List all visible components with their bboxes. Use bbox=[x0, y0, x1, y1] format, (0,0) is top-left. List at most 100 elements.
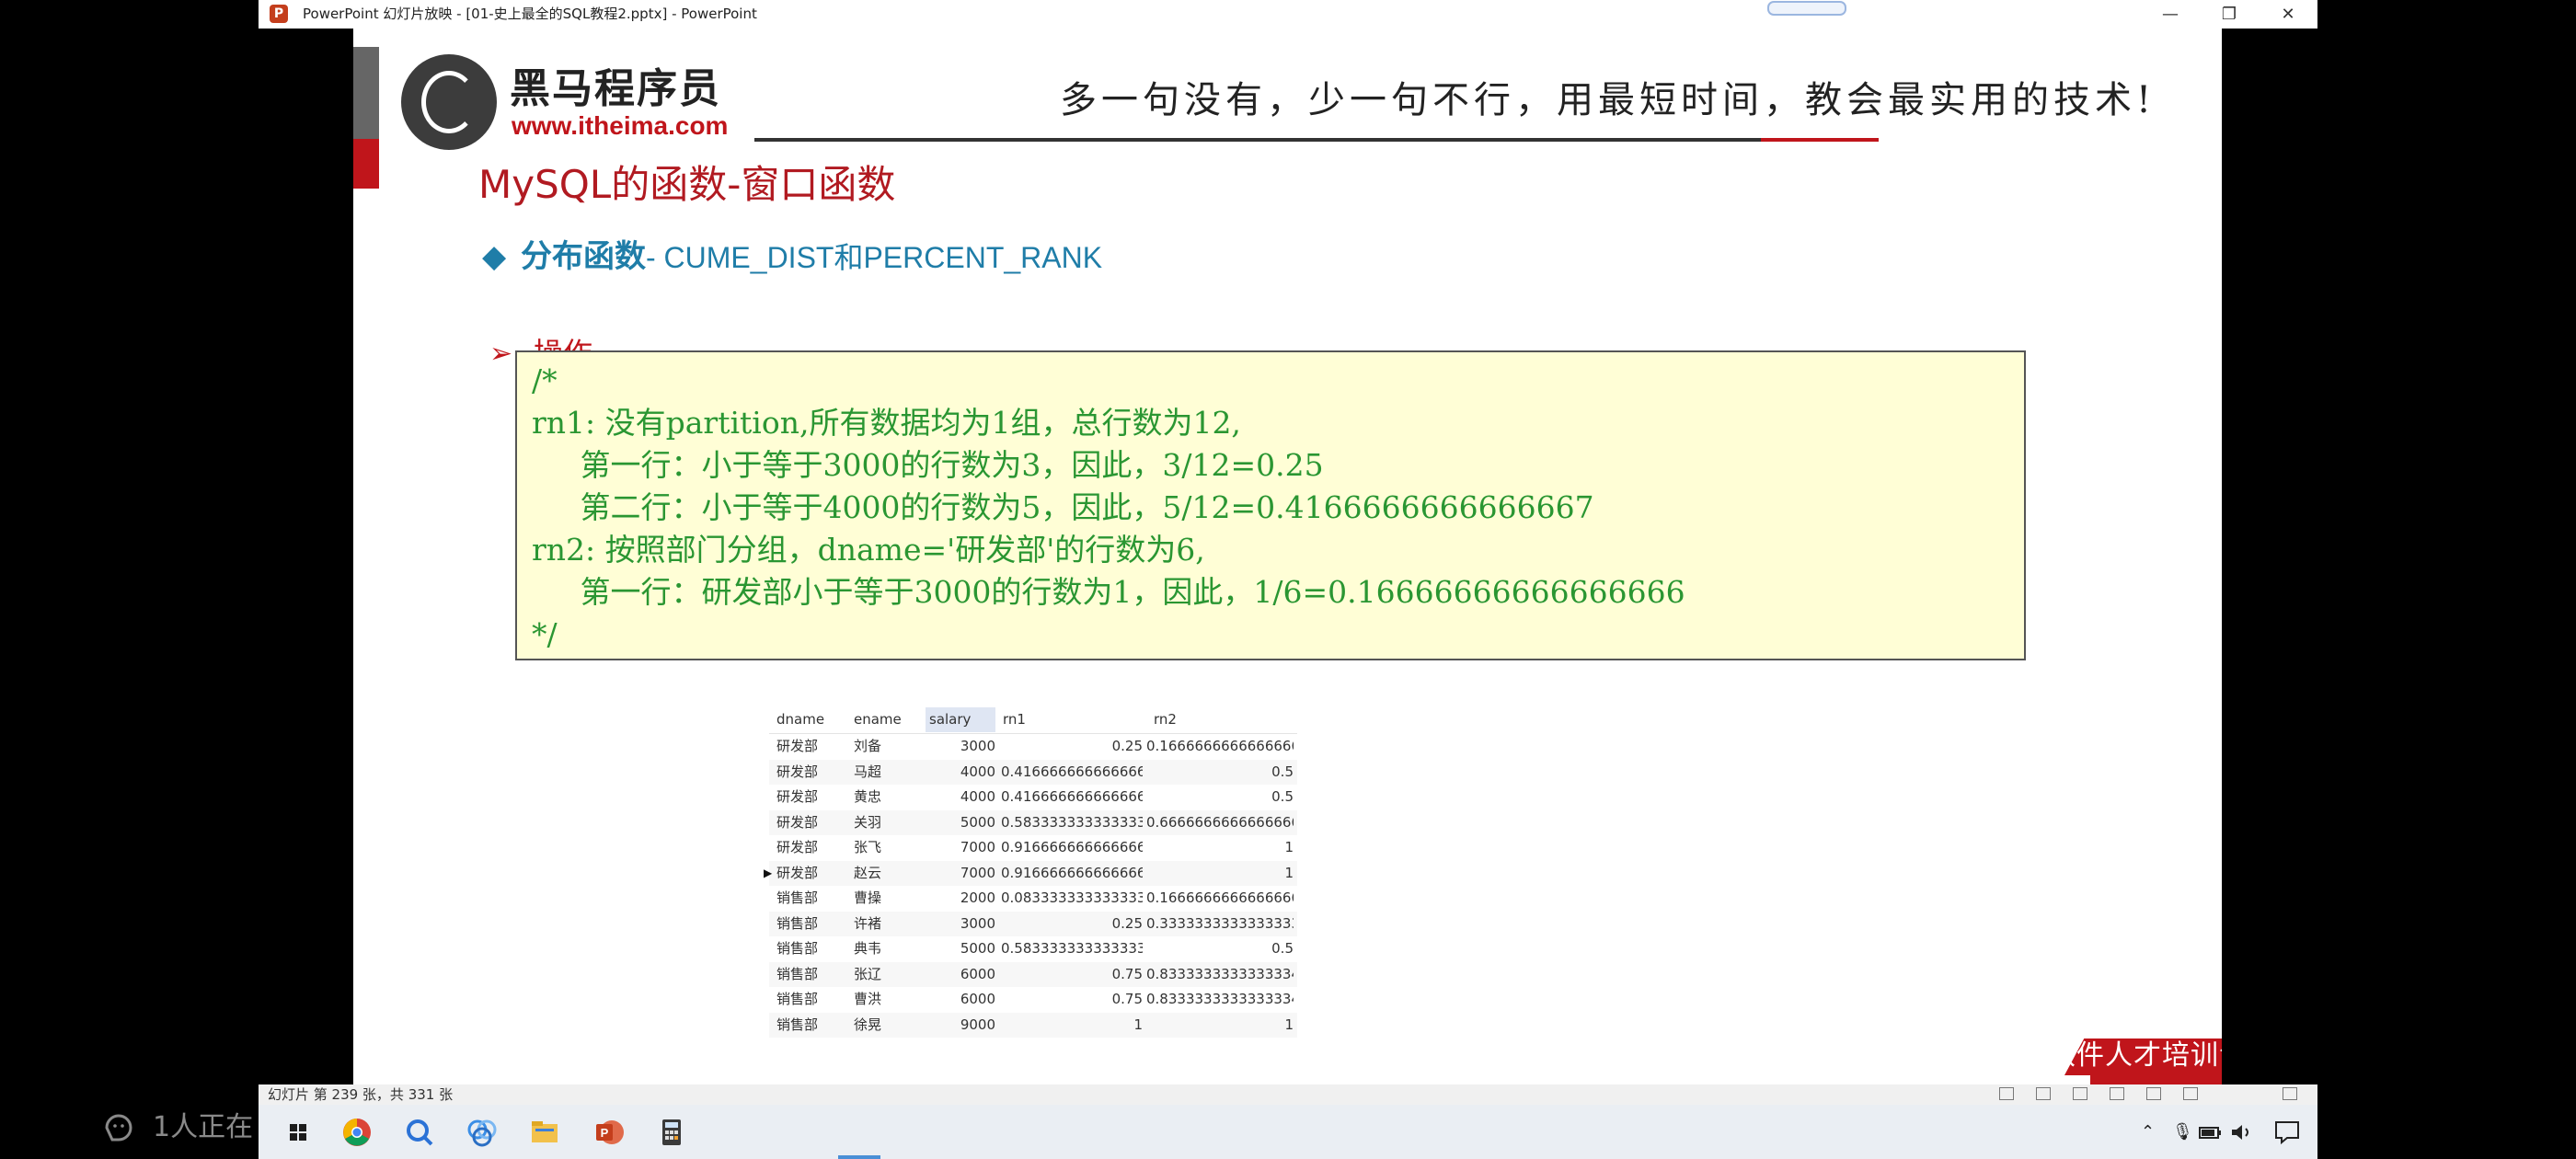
cell-rn2[interactable]: 1 bbox=[1146, 835, 1294, 860]
cell-rn1[interactable]: 0.5833333333333334 bbox=[1001, 936, 1143, 961]
normal-view-icon[interactable] bbox=[1999, 1087, 2014, 1100]
table-row[interactable]: 研发部 关羽 5000 0.5833333333333334 0.66666666666… bbox=[769, 809, 1297, 835]
table-row[interactable]: 销售部 许褚 3000 0.25 0.3333333333333333 bbox=[769, 911, 1297, 936]
cell-rn1[interactable]: 0.4166666666666667 bbox=[1001, 760, 1143, 785]
cell-dname[interactable]: 销售部 bbox=[776, 936, 850, 961]
cell-dname[interactable]: 研发部 bbox=[776, 810, 850, 835]
table-row[interactable]: 销售部 张辽 6000 0.75 0.8333333333333334 bbox=[769, 961, 1297, 987]
cell-rn2[interactable]: 0.8333333333333334 bbox=[1146, 987, 1294, 1012]
cell-dname[interactable]: 销售部 bbox=[776, 987, 850, 1012]
chrome-icon[interactable] bbox=[336, 1111, 378, 1153]
table-row[interactable]: 研发部 刘备 3000 0.25 0.16666666666666666 bbox=[769, 734, 1297, 760]
cell-ename[interactable]: 典韦 bbox=[854, 936, 926, 961]
cell-dname[interactable]: 研发部 bbox=[776, 835, 850, 860]
cell-salary[interactable]: 9000 bbox=[926, 1013, 995, 1038]
cell-rn2[interactable]: 0.5 bbox=[1146, 936, 1294, 961]
start-icon[interactable] bbox=[277, 1111, 319, 1153]
column-header-rn1[interactable]: rn1 bbox=[1003, 707, 1026, 732]
cell-salary[interactable]: 3000 bbox=[926, 734, 995, 759]
column-header-ename[interactable]: ename bbox=[854, 707, 926, 732]
cell-rn2[interactable]: 0.16666666666666666 bbox=[1146, 734, 1294, 759]
restore-button[interactable]: ❐ bbox=[2200, 0, 2259, 29]
cell-ename[interactable]: 关羽 bbox=[854, 810, 926, 835]
volume-icon[interactable] bbox=[2229, 1121, 2255, 1143]
cell-dname[interactable]: 销售部 bbox=[776, 886, 850, 911]
cell-rn2[interactable]: 0.5 bbox=[1146, 785, 1294, 809]
cell-rn2[interactable]: 1 bbox=[1146, 861, 1294, 886]
slide-sorter-icon[interactable] bbox=[2036, 1087, 2051, 1100]
powerpoint-icon[interactable]: P bbox=[588, 1111, 630, 1153]
calculator-icon[interactable] bbox=[650, 1111, 693, 1153]
cell-ename[interactable]: 曹洪 bbox=[854, 987, 926, 1012]
cell-salary[interactable]: 6000 bbox=[926, 962, 995, 987]
cell-salary[interactable]: 7000 bbox=[926, 835, 995, 860]
microphone-icon[interactable]: 🎙 bbox=[2172, 1121, 2193, 1143]
slide[interactable]: 黑马程序员 www.itheima.com 多一句没有，少一句不行，用最短时间，… bbox=[353, 29, 2222, 1084]
cell-salary[interactable]: 5000 bbox=[926, 936, 995, 961]
cell-salary[interactable]: 2000 bbox=[926, 886, 995, 911]
grid-view-icon[interactable] bbox=[2146, 1087, 2161, 1100]
slideshow-view-icon[interactable] bbox=[2110, 1087, 2124, 1100]
file-explorer-icon[interactable] bbox=[523, 1111, 566, 1153]
cell-salary[interactable]: 4000 bbox=[926, 785, 995, 809]
cell-salary[interactable]: 6000 bbox=[926, 987, 995, 1012]
column-header-dname[interactable]: dname bbox=[776, 707, 850, 732]
cell-rn1[interactable]: 0.4166666666666667 bbox=[1001, 785, 1143, 809]
cell-ename[interactable]: 刘备 bbox=[854, 734, 926, 759]
column-header-rn2[interactable]: rn2 bbox=[1154, 707, 1177, 732]
cell-rn2[interactable]: 0.6666666666666666 bbox=[1146, 810, 1294, 835]
close-button[interactable]: ✕ bbox=[2259, 0, 2317, 29]
cell-rn1[interactable]: 0.75 bbox=[1001, 962, 1143, 987]
table-row[interactable]: 销售部 典韦 5000 0.5833333333333334 0.5 bbox=[769, 936, 1297, 962]
cell-dname[interactable]: 研发部 bbox=[776, 861, 850, 886]
cell-rn2[interactable]: 0.3333333333333333 bbox=[1146, 912, 1294, 936]
table-row[interactable]: ▶ 研发部 赵云 7000 0.9166666666666666 1 bbox=[764, 860, 1297, 886]
touch-handle[interactable] bbox=[1767, 1, 1846, 16]
cell-rn2[interactable]: 1 bbox=[1146, 1013, 1294, 1038]
cell-rn2[interactable]: 0.5 bbox=[1146, 760, 1294, 785]
pin-icon[interactable] bbox=[2283, 1087, 2297, 1100]
cell-salary[interactable]: 3000 bbox=[926, 912, 995, 936]
cell-dname[interactable]: 研发部 bbox=[776, 785, 850, 809]
chevron-up-icon[interactable]: ⌃ bbox=[2141, 1121, 2155, 1143]
cell-dname[interactable]: 销售部 bbox=[776, 962, 850, 987]
fit-slide-icon[interactable] bbox=[2183, 1087, 2198, 1100]
table-row[interactable]: 销售部曹操20000.083333333333333330.1666666666… bbox=[769, 886, 1297, 912]
cell-ename[interactable]: 马超 bbox=[854, 760, 926, 785]
table-row[interactable]: 销售部 曹洪 6000 0.75 0.8333333333333334 bbox=[769, 987, 1297, 1013]
cell-rn2[interactable]: 0.8333333333333334 bbox=[1146, 962, 1294, 987]
search-app-icon[interactable] bbox=[398, 1111, 441, 1153]
cell-ename[interactable]: 许褚 bbox=[854, 912, 926, 936]
cell-salary[interactable]: 7000 bbox=[926, 861, 995, 886]
cell-rn1[interactable]: 0.9166666666666666 bbox=[1001, 861, 1143, 886]
cell-dname[interactable]: 销售部 bbox=[776, 1013, 850, 1038]
minimize-button[interactable]: — bbox=[2141, 0, 2200, 29]
cell-dname[interactable]: 销售部 bbox=[776, 912, 850, 936]
table-row[interactable]: 研发部 黄忠 4000 0.4166666666666667 0.5 bbox=[769, 785, 1297, 810]
table-row[interactable]: 研发部 马超 4000 0.4166666666666667 0.5 bbox=[769, 759, 1297, 785]
cell-rn1[interactable]: 1 bbox=[1001, 1013, 1143, 1038]
cell-rn1[interactable]: 0.08333333333333333 bbox=[1001, 886, 1143, 911]
reading-view-icon[interactable] bbox=[2073, 1087, 2087, 1100]
photos-icon[interactable] bbox=[461, 1111, 503, 1153]
cell-rn1[interactable]: 0.9166666666666666 bbox=[1001, 835, 1143, 860]
cell-salary[interactable]: 4000 bbox=[926, 760, 995, 785]
cell-rn1[interactable]: 0.25 bbox=[1001, 734, 1143, 759]
cell-dname[interactable]: 研发部 bbox=[776, 760, 850, 785]
cell-ename[interactable]: 张飞 bbox=[854, 835, 926, 860]
cell-ename[interactable]: 黄忠 bbox=[854, 785, 926, 809]
cell-ename[interactable]: 张辽 bbox=[854, 962, 926, 987]
cell-rn1[interactable]: 0.5833333333333334 bbox=[1001, 810, 1143, 835]
cell-ename[interactable]: 曹操 bbox=[854, 886, 926, 911]
cell-rn2[interactable]: 0.16666666666666666 bbox=[1146, 886, 1294, 911]
cell-ename[interactable]: 赵云 bbox=[854, 861, 926, 886]
column-header-salary[interactable]: salary bbox=[926, 707, 995, 732]
cell-salary[interactable]: 5000 bbox=[926, 810, 995, 835]
cell-dname[interactable]: 研发部 bbox=[776, 734, 850, 759]
table-row[interactable]: 研发部 张飞 7000 0.9166666666666666 1 bbox=[769, 835, 1297, 861]
cell-rn1[interactable]: 0.25 bbox=[1001, 912, 1143, 936]
notification-icon[interactable] bbox=[2273, 1119, 2301, 1145]
table-row[interactable]: 销售部 徐晃 9000 1 1 bbox=[769, 1012, 1297, 1038]
cell-ename[interactable]: 徐晃 bbox=[854, 1013, 926, 1038]
cell-rn1[interactable]: 0.75 bbox=[1001, 987, 1143, 1012]
